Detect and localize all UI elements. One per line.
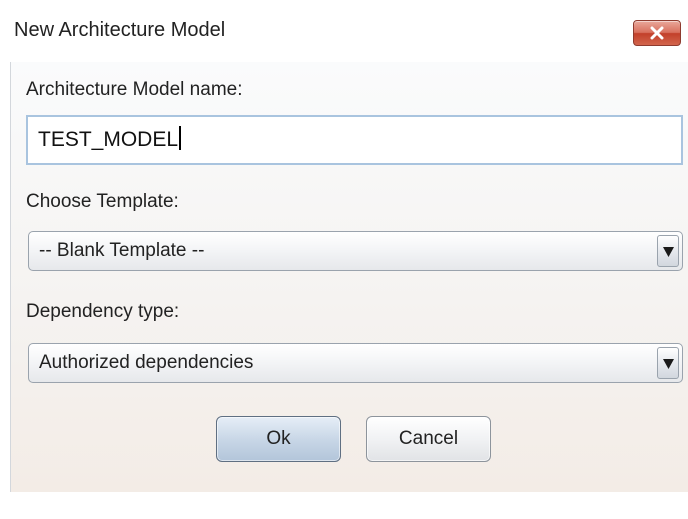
close-x-icon [650,26,664,40]
dependency-dropdown-button[interactable] [657,347,679,379]
close-button[interactable] [633,20,681,46]
dialog-content: Architecture Model name: TEST_MODEL Choo… [10,62,688,492]
template-selected-value: -- Blank Template -- [39,240,205,261]
new-architecture-model-dialog: New Architecture Model Architecture Mode… [0,0,688,519]
model-name-label: Architecture Model name: [26,79,243,100]
model-name-input[interactable]: TEST_MODEL [26,115,683,165]
ok-button[interactable]: Ok [216,416,341,462]
model-name-value: TEST_MODEL [38,128,179,151]
chevron-down-icon [663,359,674,369]
chevron-down-icon [663,247,674,257]
template-select[interactable]: -- Blank Template -- [28,231,683,271]
title-bar[interactable]: New Architecture Model [0,0,688,62]
dependency-type-label: Dependency type: [26,301,180,322]
template-label: Choose Template: [26,191,179,212]
window-bottom-edge [0,492,688,519]
cancel-button[interactable]: Cancel [366,416,491,462]
dialog-title: New Architecture Model [14,19,226,41]
dependency-selected-value: Authorized dependencies [39,352,254,373]
dependency-type-select[interactable]: Authorized dependencies [28,343,683,383]
template-dropdown-button[interactable] [657,235,679,267]
text-caret [179,126,182,151]
